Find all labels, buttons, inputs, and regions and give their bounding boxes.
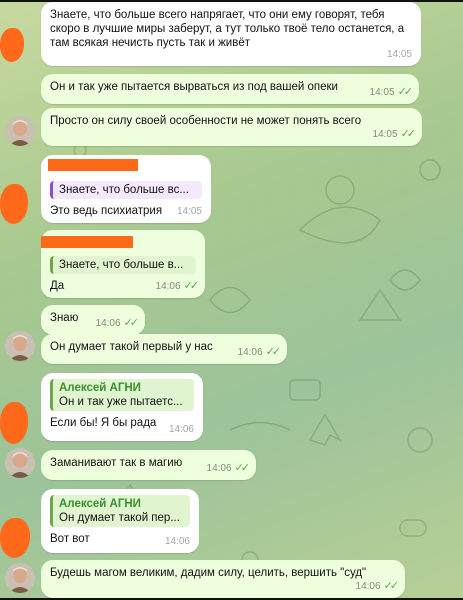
message-text: Это ведь психиатрия <box>50 205 163 217</box>
avatar-photo <box>5 563 35 593</box>
message-time: 14:05 ✓✓ <box>372 128 417 140</box>
redaction-blob <box>0 28 24 62</box>
reply-quote[interactable]: Знаете, что больше вс... <box>50 181 202 199</box>
redaction-blob <box>0 184 28 224</box>
message-bubble[interactable]: Знаете, что больше всего напрягает, что … <box>41 2 421 66</box>
message-text: Он и так уже пытается вырваться из под в… <box>50 81 338 93</box>
avatar-photo <box>5 331 35 361</box>
message-text: Он думает такой первый у нас <box>50 341 213 353</box>
message-text: Просто он силу своей особенности не може… <box>50 115 362 127</box>
message-time: 14:05 <box>176 206 202 217</box>
message-text: Да <box>50 280 65 292</box>
message-time: 14:06 <box>168 424 194 435</box>
double-check-icon: ✓✓ <box>383 580 400 592</box>
message-text: Знаете, что больше всего напрягает, что … <box>50 9 405 49</box>
user-avatar[interactable] <box>5 448 35 478</box>
message-time: 14:06 ✓✓ <box>155 280 200 292</box>
double-check-icon: ✓✓ <box>265 346 282 358</box>
message-bubble[interactable]: Заманивают так в магию 14:06 ✓✓ <box>41 450 256 480</box>
redacted-sender-name <box>41 236 133 248</box>
double-check-icon: ✓✓ <box>123 317 140 329</box>
message-time: 14:06 ✓✓ <box>206 462 251 474</box>
message-time: 14:06 <box>164 536 190 547</box>
message-time: 14:05 ✓✓ <box>369 86 414 98</box>
message-text: Если бы! Я бы рада <box>50 417 157 429</box>
double-check-icon: ✓✓ <box>183 280 200 292</box>
redaction-blob <box>0 402 28 444</box>
double-check-icon: ✓✓ <box>400 128 417 140</box>
reply-quote[interactable]: Знаете, что больше в... <box>50 256 196 274</box>
redacted-sender-name <box>48 159 138 171</box>
message-text: Будешь магом великим, дадим силу, целить… <box>50 567 367 579</box>
message-text: Заманивают так в магию <box>50 457 183 469</box>
reply-quote[interactable]: Алексей АГНИ Он и так уже пытаетс... <box>50 379 194 411</box>
user-avatar[interactable] <box>5 331 35 361</box>
avatar-photo <box>5 448 35 478</box>
message-time: 14:05 <box>386 49 412 60</box>
double-check-icon: ✓✓ <box>397 86 414 98</box>
avatar-photo <box>5 116 35 146</box>
message-bubble[interactable]: Знаю 14:06 ✓✓ <box>41 305 145 335</box>
quote-author: Алексей АГНИ <box>59 498 141 510</box>
double-check-icon: ✓✓ <box>234 462 251 474</box>
message-text: Вот вот <box>50 533 90 545</box>
message-bubble[interactable]: Алексей АГНИ Он и так уже пытаетс... Есл… <box>41 373 203 441</box>
reply-quote[interactable]: Алексей АГНИ Он думает такой пер... <box>50 495 190 527</box>
message-text: Знаю <box>50 312 79 324</box>
message-time: 14:06 ✓✓ <box>95 317 140 329</box>
message-time: 14:06 ✓✓ <box>237 346 282 358</box>
message-time: 14:06 ✓✓ <box>355 580 400 592</box>
redaction-blob <box>0 518 30 558</box>
message-bubble[interactable]: Будешь магом великим, дадим силу, целить… <box>41 560 405 598</box>
message-bubble[interactable]: Он думает такой первый у нас 14:06 ✓✓ <box>41 334 287 364</box>
user-avatar[interactable] <box>5 116 35 146</box>
message-bubble[interactable]: Знаете, что больше в... Да 14:06 ✓✓ <box>41 230 205 298</box>
user-avatar[interactable] <box>5 563 35 593</box>
message-bubble[interactable]: Алексей АГНИ Он думает такой пер... Вот … <box>41 489 199 553</box>
message-bubble[interactable]: Он и так уже пытается вырваться из под в… <box>41 74 419 104</box>
message-bubble[interactable]: Знаете, что больше вс... Это ведь психиа… <box>41 155 211 223</box>
quote-author: Алексей АГНИ <box>59 382 141 394</box>
message-bubble[interactable]: Просто он силу своей особенности не може… <box>41 108 422 146</box>
